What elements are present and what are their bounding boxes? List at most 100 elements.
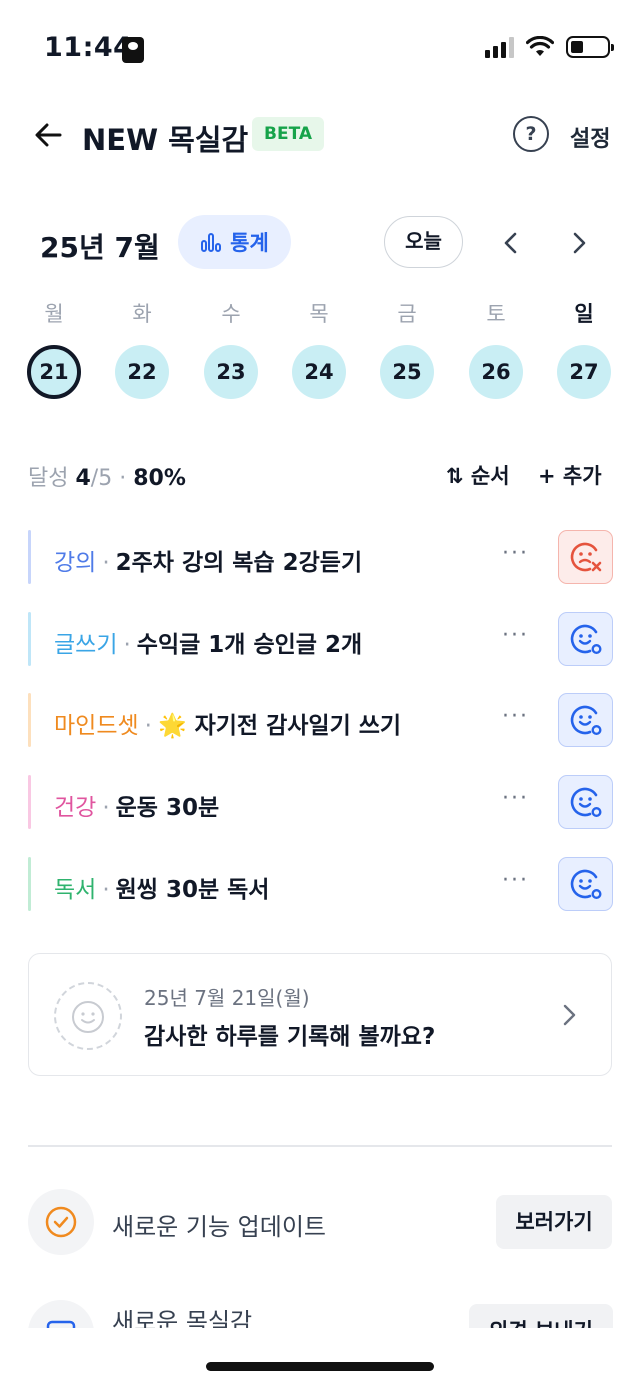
date-22[interactable]: 22 [115, 345, 169, 399]
happy-face-icon [570, 787, 602, 818]
status-indicators [485, 36, 614, 58]
task-title: 원씽 30분 독서 [115, 877, 270, 903]
view-update-button[interactable]: 보러가기 [496, 1195, 612, 1249]
more-options-button[interactable]: ··· [502, 704, 529, 729]
journal-date: 25년 7월 21일(월) [144, 986, 310, 1010]
send-feedback-button[interactable]: 의견 보내기 [469, 1304, 613, 1328]
more-options-button[interactable]: ··· [502, 623, 529, 648]
task-category: 강의 [54, 550, 97, 576]
date-26[interactable]: 26 [469, 345, 523, 399]
today-button[interactable]: 오늘 [384, 216, 463, 268]
progress-done: 4 [75, 466, 91, 491]
progress-summary: 달성 4/5 · 80% [28, 460, 186, 492]
message-icon-wrap [28, 1300, 94, 1328]
signal-icon [485, 36, 514, 58]
task-category-bar [28, 530, 31, 584]
sort-arrows-icon: ⇅ [446, 464, 464, 488]
date-23[interactable]: 23 [204, 345, 258, 399]
task-item[interactable]: 글쓰기 · 수익글 1개 승인글 2개 ··· [28, 612, 614, 666]
weekday-sat: 토 [486, 302, 506, 326]
task-status-button[interactable] [558, 530, 613, 584]
wifi-icon [526, 36, 554, 56]
happy-face-icon [570, 624, 602, 655]
progress-percent: 80% [133, 466, 186, 491]
task-item[interactable]: 건강 · 운동 30분 ··· [28, 775, 614, 829]
weekday-sun: 일 [574, 302, 594, 326]
sort-label: 순서 [470, 464, 510, 488]
help-button[interactable]: ? [513, 116, 549, 152]
task-text: 독서 · 원씽 30분 독서 [54, 870, 269, 904]
message-icon [46, 1320, 76, 1328]
home-indicator [206, 1362, 434, 1371]
chevron-right-icon[interactable] [564, 228, 594, 258]
task-item[interactable]: 마인드셋 · 🌟 자기전 감사일기 쓰기 ··· [28, 693, 614, 747]
task-category: 글쓰기 [54, 632, 118, 658]
more-options-button[interactable]: ··· [502, 868, 529, 893]
date-27[interactable]: 27 [557, 345, 611, 399]
task-status-button[interactable] [558, 857, 613, 911]
plus-icon: + [538, 464, 556, 488]
task-category-bar [28, 612, 31, 666]
task-item[interactable]: 독서 · 원씽 30분 독서 ··· [28, 857, 614, 911]
sad-face-icon [570, 542, 602, 572]
weekday-mon: 월 [44, 302, 64, 326]
task-text: 글쓰기 · 수익글 1개 승인글 2개 [54, 625, 362, 659]
task-text: 강의 · 2주차 강의 복습 2강듣기 [54, 543, 362, 577]
task-category: 마인드셋 [54, 713, 139, 739]
task-title: 수익글 1개 승인글 2개 [136, 632, 363, 658]
add-button[interactable]: + 추가 [538, 460, 602, 490]
progress-total: /5 [90, 466, 113, 491]
scroll-clip: 새로운 목실감 의견 보내기 [0, 1290, 640, 1328]
task-category-bar [28, 775, 31, 829]
date-24[interactable]: 24 [292, 345, 346, 399]
update-label-2: 새로운 목실감 [112, 1308, 253, 1328]
task-separator: · [102, 877, 110, 903]
task-separator: · [144, 713, 152, 739]
date-25[interactable]: 25 [380, 345, 434, 399]
section-divider [28, 1145, 612, 1147]
battery-icon [566, 36, 614, 58]
update-label: 새로운 기능 업데이트 [112, 1213, 326, 1241]
settings-button[interactable]: 설정 [570, 121, 610, 153]
weekday-tue: 화 [132, 302, 152, 326]
check-circle-icon [45, 1206, 77, 1238]
add-label: 추가 [562, 464, 602, 488]
chevron-right-icon [563, 1004, 576, 1026]
month-label: 25년 7월 [40, 231, 160, 264]
task-item[interactable]: 강의 · 2주차 강의 복습 2강듣기 ··· [28, 530, 614, 584]
task-category-bar [28, 857, 31, 911]
status-time: 11:44 [44, 32, 133, 63]
happy-face-icon [570, 869, 602, 900]
task-status-button[interactable] [558, 612, 613, 666]
stats-label: 통계 [230, 231, 269, 255]
beta-badge: BETA [252, 117, 325, 151]
task-category-bar [28, 693, 31, 747]
more-options-button[interactable]: ··· [502, 786, 529, 811]
task-separator: · [102, 550, 110, 576]
gratitude-journal-card[interactable]: 25년 7월 21일(월) 감사한 하루를 기록해 볼까요? [28, 953, 612, 1076]
page-title: NEW 목실감 [82, 123, 249, 157]
task-separator: · [123, 632, 131, 658]
weekday-wed: 수 [221, 302, 241, 326]
status-bar: 11:44 [0, 0, 640, 100]
contact-badge-icon [122, 37, 144, 63]
back-arrow-icon[interactable] [30, 115, 70, 155]
task-status-button[interactable] [558, 775, 613, 829]
sort-button[interactable]: ⇅ 순서 [446, 460, 510, 490]
app-header: NEW 목실감 BETA ? 설정 [0, 105, 640, 165]
task-status-button[interactable] [558, 693, 613, 747]
journal-prompt: 감사한 하루를 기록해 볼까요? [144, 1024, 436, 1050]
bar-chart-icon [201, 233, 222, 252]
task-title: 🌟 자기전 감사일기 쓰기 [157, 713, 402, 739]
task-title: 2주차 강의 복습 2강듣기 [115, 550, 363, 576]
weekday-thu: 목 [309, 302, 329, 326]
chevron-left-icon[interactable] [496, 228, 526, 258]
weekday-fri: 금 [397, 302, 417, 326]
smile-icon [72, 1001, 104, 1033]
task-category: 독서 [54, 877, 97, 903]
stats-button[interactable]: 통계 [178, 215, 291, 269]
more-options-button[interactable]: ··· [502, 541, 529, 566]
date-21[interactable]: 21 [27, 345, 81, 399]
task-text: 건강 · 운동 30분 [54, 788, 219, 822]
update-icon-wrap [28, 1189, 94, 1255]
